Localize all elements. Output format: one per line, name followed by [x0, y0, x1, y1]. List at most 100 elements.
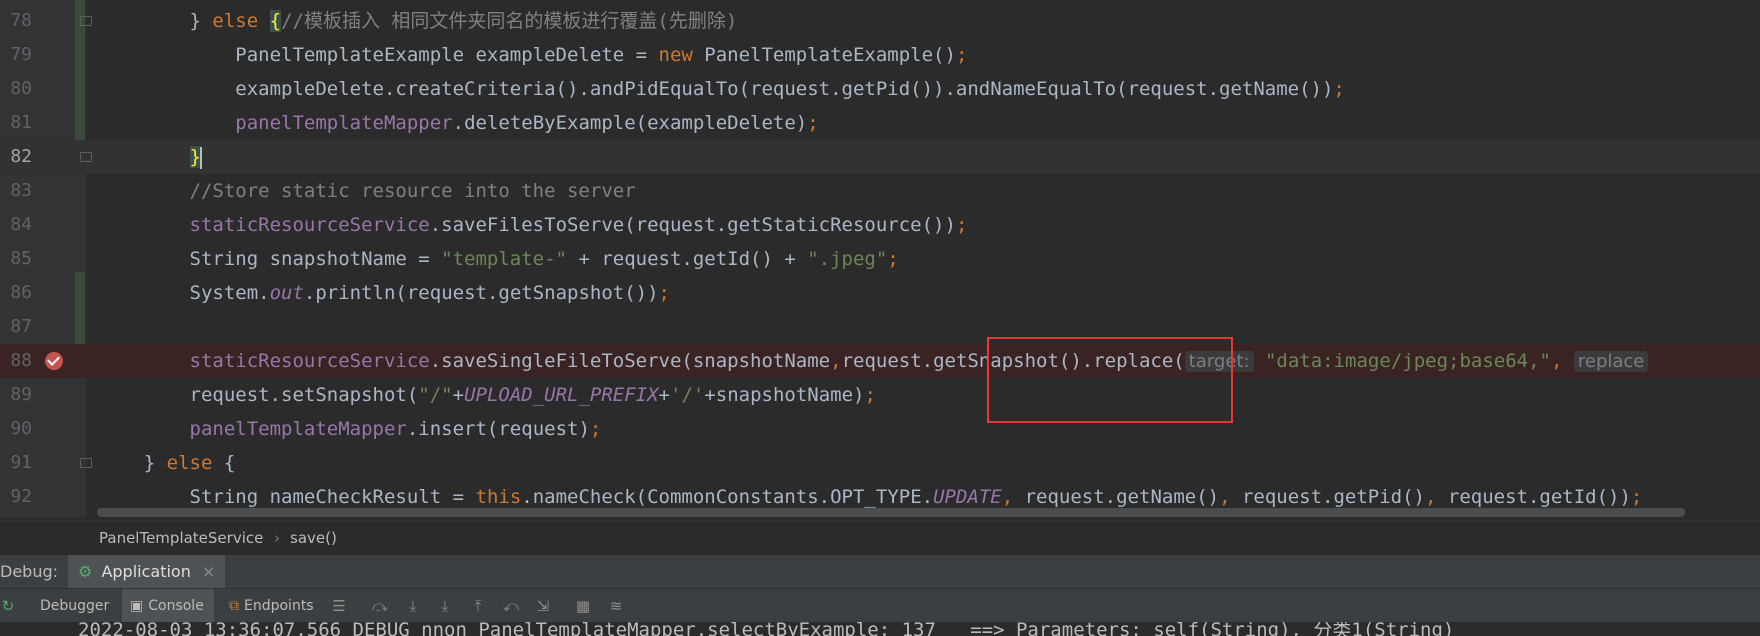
parameter-hint: replace	[1573, 351, 1649, 372]
code-token: UPLOAD_URL_PREFIX	[464, 384, 659, 406]
code-line[interactable]: 83 //Store static resource into the serv…	[0, 174, 1760, 208]
line-number[interactable]: 91	[0, 446, 32, 480]
fold-marker-icon[interactable]	[80, 152, 92, 162]
code-line[interactable]: 88 staticResourceService.saveSingleFileT…	[0, 344, 1760, 378]
code-line[interactable]: 79 PanelTemplateExample exampleDelete = …	[0, 38, 1760, 72]
step-out-icon[interactable]: ⤒	[470, 598, 486, 614]
line-number[interactable]: 86	[0, 276, 32, 310]
code-line[interactable]: 84 staticResourceService.saveFilesToServ…	[0, 208, 1760, 242]
line-number[interactable]: 78	[0, 4, 32, 38]
code-token: .saveFilesToServe(request.getStaticResou…	[429, 214, 956, 236]
code-text: exampleDelete.createCriteria().andPidEqu…	[98, 72, 1345, 106]
code-token: this	[475, 486, 522, 508]
line-number[interactable]: 90	[0, 412, 32, 446]
menu-icon[interactable]: ☰	[331, 598, 347, 614]
code-token: + request.getId() +	[567, 248, 808, 270]
code-token: out	[269, 282, 304, 304]
line-number[interactable]: 80	[0, 72, 32, 106]
code-token: //模板插入 相同文件夹同名的模板进行覆盖(先删除)	[281, 10, 738, 32]
line-number[interactable]: 82	[0, 140, 32, 174]
code-token: //Store static resource into the server	[98, 180, 636, 202]
debug-tool-window-header: Debug: ⚙ Application ×	[0, 554, 1760, 589]
code-line[interactable]: 81 panelTemplateMapper.deleteByExample(e…	[0, 106, 1760, 140]
console-line: 2022-08-03 13:36:07.566 DEBUG nnon Panel…	[78, 622, 1455, 636]
step-into-icon[interactable]: ⤓	[405, 598, 421, 614]
code-token: ;	[589, 418, 602, 440]
code-line[interactable]: 90 panelTemplateMapper.insert(request);	[0, 412, 1760, 446]
code-line[interactable]: 86 System.out.println(request.getSnapsho…	[0, 276, 1760, 310]
code-token: UPDATE	[933, 486, 1002, 508]
line-number[interactable]: 87	[0, 310, 32, 344]
evaluate-icon[interactable]: ▦	[575, 598, 591, 614]
highlight-annotation-box	[987, 337, 1233, 423]
code-token: .saveSingleFileToServe(snapshotName	[429, 350, 831, 372]
trace-icon[interactable]: ≋	[608, 598, 624, 614]
tab-debugger[interactable]: Debugger	[40, 589, 109, 623]
breadcrumb: PanelTemplateService › save()	[0, 520, 1760, 555]
step-over-icon[interactable]: ⤼	[372, 598, 388, 614]
code-token: String snapshotName =	[98, 248, 442, 270]
code-token: String nameCheckResult =	[98, 486, 476, 508]
horizontal-scrollbar[interactable]	[97, 508, 1685, 517]
code-line[interactable]: 87	[0, 310, 1760, 344]
line-number[interactable]: 89	[0, 378, 32, 412]
console-output[interactable]: 2022-08-03 13:36:07.566 DEBUG nnon Panel…	[0, 622, 1760, 636]
line-number[interactable]: 84	[0, 208, 32, 242]
drop-frame-icon[interactable]: ⤺	[503, 598, 519, 614]
breadcrumb-method[interactable]: save()	[290, 521, 337, 555]
debug-toolbar: ↻ Debugger ▣ Console ⧉ Endpoints ☰ ⤼ ⤓ ⤓ ⤒…	[0, 588, 1760, 623]
code-line[interactable]: 82 }	[0, 140, 1760, 174]
code-token: "template-"	[441, 248, 568, 270]
code-line[interactable]: 78 } else {//模板插入 相同文件夹同名的模板进行覆盖(先删除)	[0, 4, 1760, 38]
application-run-icon: ⚙	[78, 562, 93, 581]
rerun-icon[interactable]: ↻	[0, 598, 16, 614]
force-step-into-icon[interactable]: ⤓	[437, 598, 453, 614]
breakpoint-icon[interactable]	[45, 352, 63, 370]
breadcrumb-class[interactable]: PanelTemplateService	[99, 521, 263, 555]
code-token: {	[269, 10, 282, 32]
line-number[interactable]: 92	[0, 480, 32, 514]
close-icon[interactable]: ×	[202, 562, 215, 581]
line-number[interactable]: 88	[0, 344, 32, 378]
code-token: .deleteByExample(exampleDelete)	[452, 112, 808, 134]
code-token: panelTemplateMapper	[189, 418, 407, 440]
code-line[interactable]: 80 exampleDelete.createCriteria().andPid…	[0, 72, 1760, 106]
tab-application[interactable]: ⚙ Application ×	[68, 555, 226, 589]
code-token: ,	[1001, 486, 1025, 508]
code-text: } else {//模板插入 相同文件夹同名的模板进行覆盖(先删除)	[98, 4, 737, 38]
code-token: ;	[1630, 486, 1643, 508]
debug-label: Debug:	[0, 562, 59, 581]
fold-marker-icon[interactable]	[80, 458, 92, 468]
line-number[interactable]: 83	[0, 174, 32, 208]
tab-endpoints[interactable]: ⧉ Endpoints	[229, 589, 314, 623]
code-text: panelTemplateMapper.insert(request);	[98, 412, 602, 446]
code-token: else	[212, 10, 259, 32]
code-line[interactable]: 89 request.setSnapshot("/" +UPLOAD_URL_PR…	[0, 378, 1760, 412]
code-token: "/"	[418, 384, 453, 406]
line-number[interactable]: 79	[0, 38, 32, 72]
code-token: ;	[864, 384, 876, 406]
code-token: ,	[830, 350, 842, 372]
code-token: request.getName()	[1024, 486, 1220, 508]
code-token: .nameCheck(CommonConstants.OPT_TYPE.	[521, 486, 934, 508]
code-token: PanelTemplateExample exampleDelete =	[98, 44, 659, 66]
line-number[interactable]: 85	[0, 242, 32, 276]
code-line[interactable]: 85 String snapshotName = "template-" + r…	[0, 242, 1760, 276]
code-token: request.setSnapshot(	[98, 384, 419, 406]
code-line[interactable]: 91 } else {	[0, 446, 1760, 480]
code-editor[interactable]: 78 } else {//模板插入 相同文件夹同名的模板进行覆盖(先删除) 79 …	[0, 0, 1760, 517]
text-cursor	[199, 146, 202, 169]
code-token: ;	[1333, 78, 1345, 100]
code-token: +	[658, 384, 670, 406]
line-number[interactable]: 81	[0, 106, 32, 140]
tab-console[interactable]: ▣ Console	[122, 589, 214, 623]
run-to-cursor-icon[interactable]: ⇲	[535, 598, 551, 614]
fold-marker-icon[interactable]	[80, 16, 92, 26]
code-token: '/'	[670, 384, 705, 406]
code-text: staticResourceService.saveFilesToServe(r…	[98, 208, 968, 242]
